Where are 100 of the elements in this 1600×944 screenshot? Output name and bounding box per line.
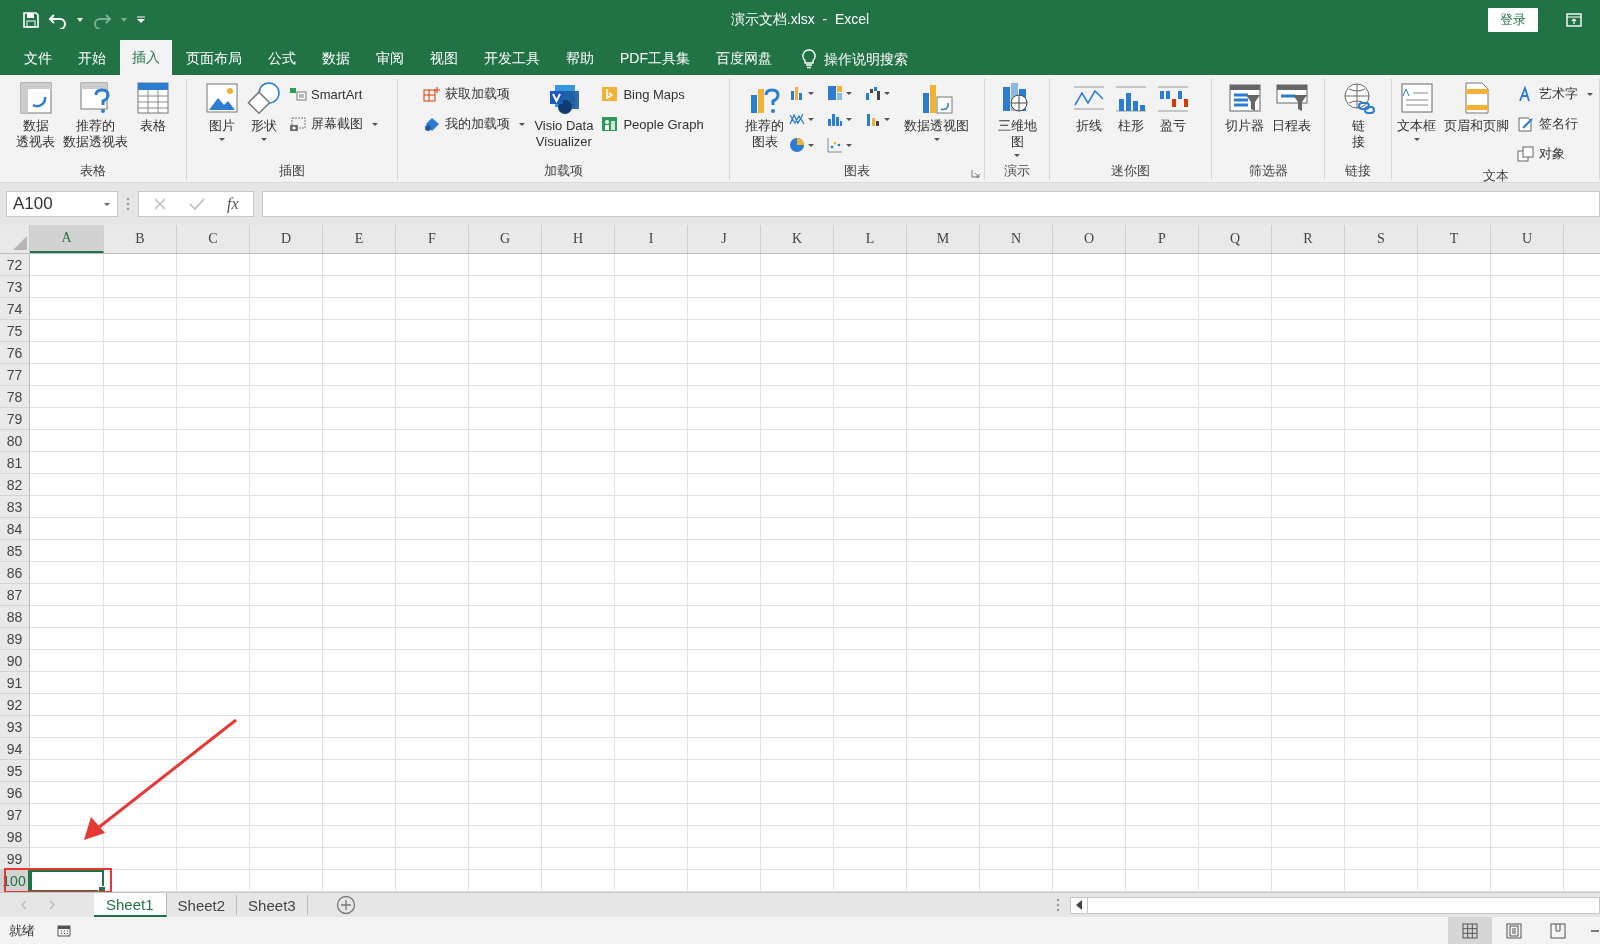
row-header[interactable]: 83 <box>0 496 30 518</box>
row-header[interactable]: 80 <box>0 430 30 452</box>
column-header[interactable]: O <box>1053 225 1126 253</box>
ribbon-button[interactable]: 获取加载项 <box>420 81 530 107</box>
ribbon-button[interactable]: 图片 <box>202 79 242 144</box>
redo-icon[interactable] <box>92 11 112 29</box>
column-header[interactable]: Q <box>1199 225 1272 253</box>
row-header[interactable]: 79 <box>0 408 30 430</box>
caret-icon[interactable] <box>120 17 128 23</box>
row-header[interactable]: 92 <box>0 694 30 716</box>
ribbon-button[interactable]: 盈亏 <box>1152 79 1193 136</box>
row-header[interactable]: 76 <box>0 342 30 364</box>
formula-input[interactable] <box>261 191 1600 217</box>
drag-handle-icon[interactable] <box>126 197 130 211</box>
macro-recording-icon[interactable] <box>57 924 71 937</box>
ribbon-button[interactable]: 三维地 图 <box>994 79 1040 160</box>
ribbon-tab[interactable]: 页面布局 <box>174 42 254 75</box>
ribbon-button[interactable]: 日程表 <box>1269 79 1314 136</box>
ribbon-button[interactable]: 推荐的 图表 <box>742 79 787 152</box>
ribbon-tab[interactable]: 插入 <box>120 40 172 75</box>
undo-icon[interactable] <box>48 11 68 29</box>
column-header[interactable]: D <box>250 225 323 253</box>
customize-icon[interactable] <box>136 15 146 25</box>
sheet-tab[interactable]: Sheet2 <box>166 895 238 915</box>
horizontal-scrollbar[interactable] <box>1070 896 1600 914</box>
row-header[interactable]: 86 <box>0 562 30 584</box>
name-box[interactable]: A100 <box>6 191 118 217</box>
row-header[interactable]: 75 <box>0 320 30 342</box>
ribbon-button[interactable]: 屏幕截图 <box>286 111 382 137</box>
column-header[interactable]: J <box>688 225 761 253</box>
ribbon-tab[interactable]: 帮助 <box>554 42 606 75</box>
column-header[interactable]: C <box>177 225 250 253</box>
column-header[interactable]: L <box>834 225 907 253</box>
ribbon-button[interactable]: 链 接 <box>1338 79 1378 152</box>
save-icon[interactable] <box>22 11 40 29</box>
ribbon-button[interactable]: 文本框 <box>1394 79 1439 144</box>
row-header[interactable]: 77 <box>0 364 30 386</box>
ribbon-button[interactable]: 切片器 <box>1222 79 1267 136</box>
column-header[interactable]: M <box>907 225 980 253</box>
column-header[interactable]: K <box>761 225 834 253</box>
row-header[interactable]: 82 <box>0 474 30 496</box>
row-header[interactable]: 85 <box>0 540 30 562</box>
ribbon-button[interactable]: 表格 <box>133 79 173 136</box>
column-header[interactable]: B <box>104 225 177 253</box>
ribbon-button[interactable]: People Graph <box>598 111 707 137</box>
row-header[interactable]: 91 <box>0 672 30 694</box>
row-header[interactable]: 90 <box>0 650 30 672</box>
ribbon-button[interactable]: 推荐的 数据透视表 <box>60 79 131 152</box>
ribbon-button[interactable]: 折线 <box>1068 79 1109 136</box>
column-header[interactable]: R <box>1272 225 1345 253</box>
column-header[interactable]: T <box>1418 225 1491 253</box>
sheet-tab[interactable]: Sheet1 <box>94 893 167 917</box>
ribbon-tab[interactable]: 开始 <box>66 42 118 75</box>
row-header[interactable]: 97 <box>0 804 30 826</box>
row-header[interactable]: 87 <box>0 584 30 606</box>
ribbon-button[interactable]: 柱形 <box>1110 79 1151 136</box>
row-header[interactable]: 96 <box>0 782 30 804</box>
row-header[interactable]: 94 <box>0 738 30 760</box>
insert-function-button[interactable]: fx <box>227 195 239 213</box>
row-header[interactable]: 74 <box>0 298 30 320</box>
row-header[interactable]: 99 <box>0 848 30 870</box>
column-header[interactable]: G <box>469 225 542 253</box>
ribbon-tab[interactable]: 数据 <box>310 42 362 75</box>
ribbon-tab[interactable]: 开发工具 <box>472 42 552 75</box>
ribbon-button[interactable]: Bing Maps <box>598 81 707 107</box>
ribbon-button[interactable]: 我的加载项 <box>420 111 530 137</box>
ribbon-button[interactable]: 数据 透视表 <box>13 79 58 152</box>
dialog-launcher-icon[interactable] <box>971 169 980 178</box>
row-header[interactable]: 78 <box>0 386 30 408</box>
row-header[interactable]: 88 <box>0 606 30 628</box>
row-header[interactable]: 93 <box>0 716 30 738</box>
row-header[interactable]: 81 <box>0 452 30 474</box>
ribbon-button[interactable]: 签名行 <box>1514 111 1597 137</box>
check-icon[interactable] <box>189 197 205 211</box>
column-header[interactable]: H <box>542 225 615 253</box>
column-header[interactable]: I <box>615 225 688 253</box>
row-header[interactable]: 95 <box>0 760 30 782</box>
column-header[interactable]: U <box>1491 225 1564 253</box>
ribbon-tab[interactable]: 文件 <box>12 42 64 75</box>
ribbon-button[interactable]: 页眉和页脚 <box>1441 79 1512 136</box>
ribbon-button[interactable]: 艺术字 <box>1514 81 1597 107</box>
column-header[interactable]: N <box>980 225 1053 253</box>
ribbon-tab[interactable]: PDF工具集 <box>608 42 702 75</box>
ribbon-tab[interactable]: 百度网盘 <box>704 42 784 75</box>
sign-in-button[interactable]: 登录 <box>1488 8 1538 32</box>
column-header[interactable]: E <box>323 225 396 253</box>
row-header[interactable]: 84 <box>0 518 30 540</box>
ribbon-button[interactable]: 形状 <box>244 79 284 144</box>
ribbon-button[interactable]: SmartArt <box>286 81 382 107</box>
ribbon-display-icon[interactable] <box>1566 13 1582 27</box>
ribbon-button[interactable]: 数据透视图 <box>901 79 972 144</box>
add-sheet-icon[interactable] <box>335 895 356 915</box>
column-header[interactable]: A <box>30 225 104 253</box>
column-header[interactable]: S <box>1345 225 1418 253</box>
tell-me-search-field[interactable]: 操作说明搜索 <box>822 49 936 68</box>
sheet-tab[interactable]: Sheet3 <box>237 895 308 915</box>
ribbon-button[interactable]: Visio Data Visualizer <box>531 79 597 152</box>
ribbon-tab[interactable]: 审阅 <box>364 42 416 75</box>
normal-view-icon[interactable] <box>1448 917 1492 944</box>
column-header[interactable]: P <box>1126 225 1199 253</box>
